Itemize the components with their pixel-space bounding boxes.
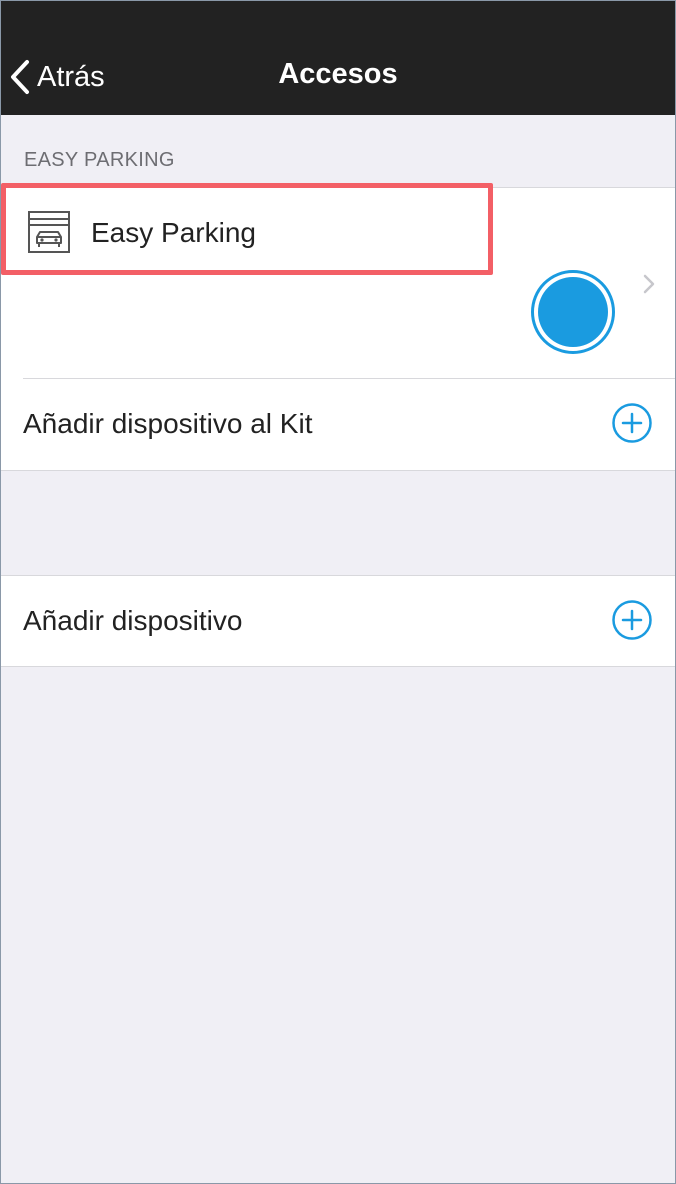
navigation-bar: Atrás Accesos [1,1,675,115]
plus-circle-icon[interactable] [611,599,653,641]
status-indicator-fill [538,277,608,347]
chevron-right-icon [643,274,655,294]
add-device-label: Añadir dispositivo [23,605,243,636]
device-row-easy-parking[interactable]: Easy Parking [1,188,675,378]
add-device-to-kit-label: Añadir dispositivo al Kit [23,408,313,439]
add-device-row[interactable]: Añadir dispositivo [1,576,675,666]
status-indicator-button[interactable] [531,270,615,354]
device-name: Easy Parking [91,217,256,248]
garage-car-icon [28,211,70,253]
page-title: Accesos [278,58,398,90]
section-header: EASY PARKING [24,149,175,171]
device-group: Easy Parking Añadir dispositivo al Kit [1,187,675,471]
add-device-group: Añadir dispositivo [1,575,675,667]
add-device-to-kit-row[interactable]: Añadir dispositivo al Kit [1,379,675,469]
plus-circle-icon[interactable] [611,402,653,444]
